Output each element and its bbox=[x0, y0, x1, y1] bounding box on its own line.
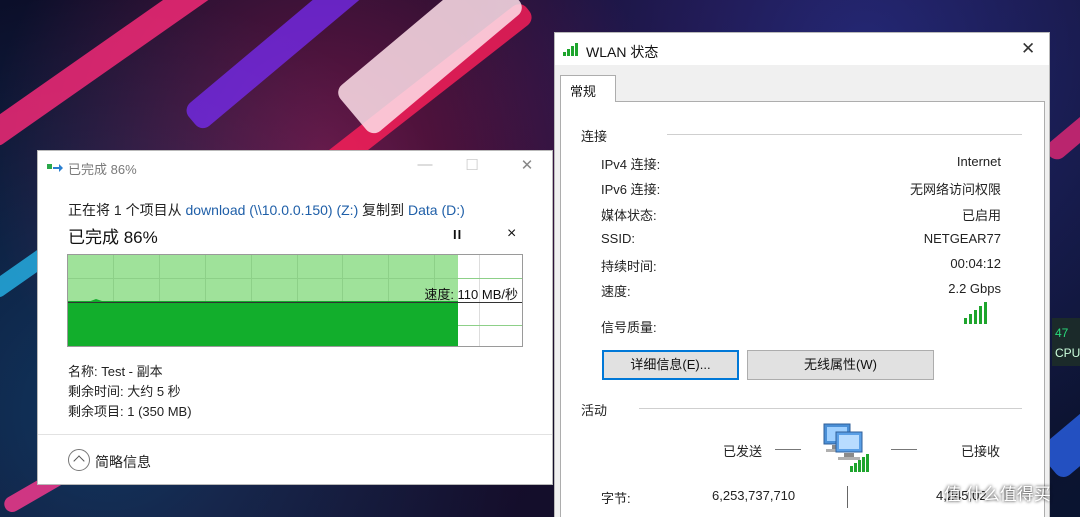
cpu-label: CPU bbox=[1055, 346, 1080, 360]
signal-bar bbox=[974, 310, 977, 324]
tab-general[interactable]: 常规 bbox=[560, 75, 616, 102]
window-title: 已完成 86% bbox=[68, 162, 137, 177]
section-rule bbox=[667, 134, 1022, 135]
window-title: WLAN 状态 bbox=[586, 44, 659, 60]
cpu-percent: 47 bbox=[1055, 326, 1069, 340]
general-panel: 连接 IPv4 连接: Internet IPv6 连接: 无网络访问权限 媒体… bbox=[560, 101, 1045, 517]
pause-button[interactable]: II bbox=[453, 227, 462, 242]
chevron-up-icon[interactable] bbox=[68, 449, 90, 471]
speed-label: 速度: 110 MB/秒 bbox=[424, 287, 518, 302]
wireless-properties-button[interactable]: 无线属性(W) bbox=[747, 350, 934, 380]
bytes-label: 字节: bbox=[601, 491, 631, 506]
wlan-status-dialog: WLAN 状态 ✕ 常规 连接 IPv4 连接: Internet IPv6 连… bbox=[554, 32, 1050, 517]
file-name: 名称: Test - 副本 bbox=[68, 364, 163, 379]
progress-heading: 已完成 86% bbox=[68, 228, 158, 247]
duration-value: 00:04:12 bbox=[950, 256, 1001, 271]
cancel-button[interactable]: × bbox=[507, 225, 516, 243]
bytes-sent: 6,253,737,710 bbox=[712, 488, 796, 503]
signal-bar bbox=[979, 306, 982, 324]
time-remaining: 剩余时间: 大约 5 秒 bbox=[68, 384, 181, 399]
speed-area bbox=[68, 301, 459, 346]
items-remaining: 剩余项目: 1 (350 MB) bbox=[68, 404, 192, 419]
divider bbox=[38, 434, 552, 435]
activity-header: 活动 bbox=[581, 403, 608, 418]
media-state-value: 已启用 bbox=[961, 208, 1001, 223]
speed-spike bbox=[68, 299, 168, 305]
title-bar[interactable]: WLAN 状态 ✕ bbox=[555, 33, 1049, 65]
wifi-signal-icon bbox=[563, 43, 578, 56]
destination-link[interactable]: Data (D:) bbox=[408, 202, 465, 218]
tab-label: 常规 bbox=[570, 84, 597, 99]
minimize-button[interactable]: — bbox=[410, 156, 440, 173]
ipv4-label: IPv4 连接: bbox=[601, 157, 661, 172]
ssid-value: NETGEAR77 bbox=[923, 231, 1001, 246]
section-rule bbox=[639, 408, 1022, 409]
copy-description: 正在将 1 个项目从 download (\\10.0.0.150) (Z:) … bbox=[68, 200, 465, 220]
media-state-label: 媒体状态: bbox=[601, 208, 657, 223]
desc-prefix: 正在将 1 个项目从 bbox=[68, 202, 186, 218]
signal-bar bbox=[969, 314, 972, 324]
received-label: 已接收 bbox=[961, 444, 1001, 459]
sent-dash bbox=[775, 449, 801, 450]
copy-icon bbox=[47, 164, 63, 172]
copy-progress-dialog: 已完成 86% — ☐ ✕ 正在将 1 个项目从 download (\\10.… bbox=[37, 150, 553, 485]
ssid-label: SSID: bbox=[601, 231, 635, 246]
signal-bar bbox=[964, 318, 967, 324]
network-computers-icon bbox=[823, 423, 869, 472]
close-button[interactable]: ✕ bbox=[512, 156, 542, 174]
close-button[interactable]: ✕ bbox=[1021, 39, 1035, 59]
cpu-widget: 47 CPU bbox=[1052, 318, 1080, 366]
watermark: 值 什么值得买 bbox=[944, 485, 1051, 504]
details-button[interactable]: 详细信息(E)... bbox=[602, 350, 739, 380]
speed-value: 2.2 Gbps bbox=[948, 281, 1001, 296]
signal-strength-icon bbox=[964, 302, 992, 324]
received-dash bbox=[891, 449, 917, 450]
signal-quality-label: 信号质量: bbox=[601, 320, 657, 335]
bytes-separator bbox=[847, 486, 848, 508]
sent-label: 已发送 bbox=[723, 444, 763, 459]
title-bar[interactable]: 已完成 86% — ☐ ✕ bbox=[38, 151, 552, 183]
signal-bar bbox=[984, 302, 987, 324]
ipv6-label: IPv6 连接: bbox=[601, 182, 661, 197]
speed-label: 速度: bbox=[601, 284, 631, 299]
duration-label: 持续时间: bbox=[601, 259, 657, 274]
source-link[interactable]: download (\\10.0.0.150) (Z:) bbox=[185, 202, 358, 218]
ipv6-value: 无网络访问权限 bbox=[909, 182, 1001, 197]
desc-middle: 复制到 bbox=[358, 202, 409, 218]
transfer-speed-graph: 速度: 110 MB/秒 bbox=[67, 254, 523, 347]
maximize-button[interactable]: ☐ bbox=[457, 156, 487, 174]
ipv4-value: Internet bbox=[956, 154, 1001, 169]
connection-header: 连接 bbox=[581, 129, 608, 144]
fewer-details-button[interactable]: 简略信息 bbox=[95, 452, 151, 472]
